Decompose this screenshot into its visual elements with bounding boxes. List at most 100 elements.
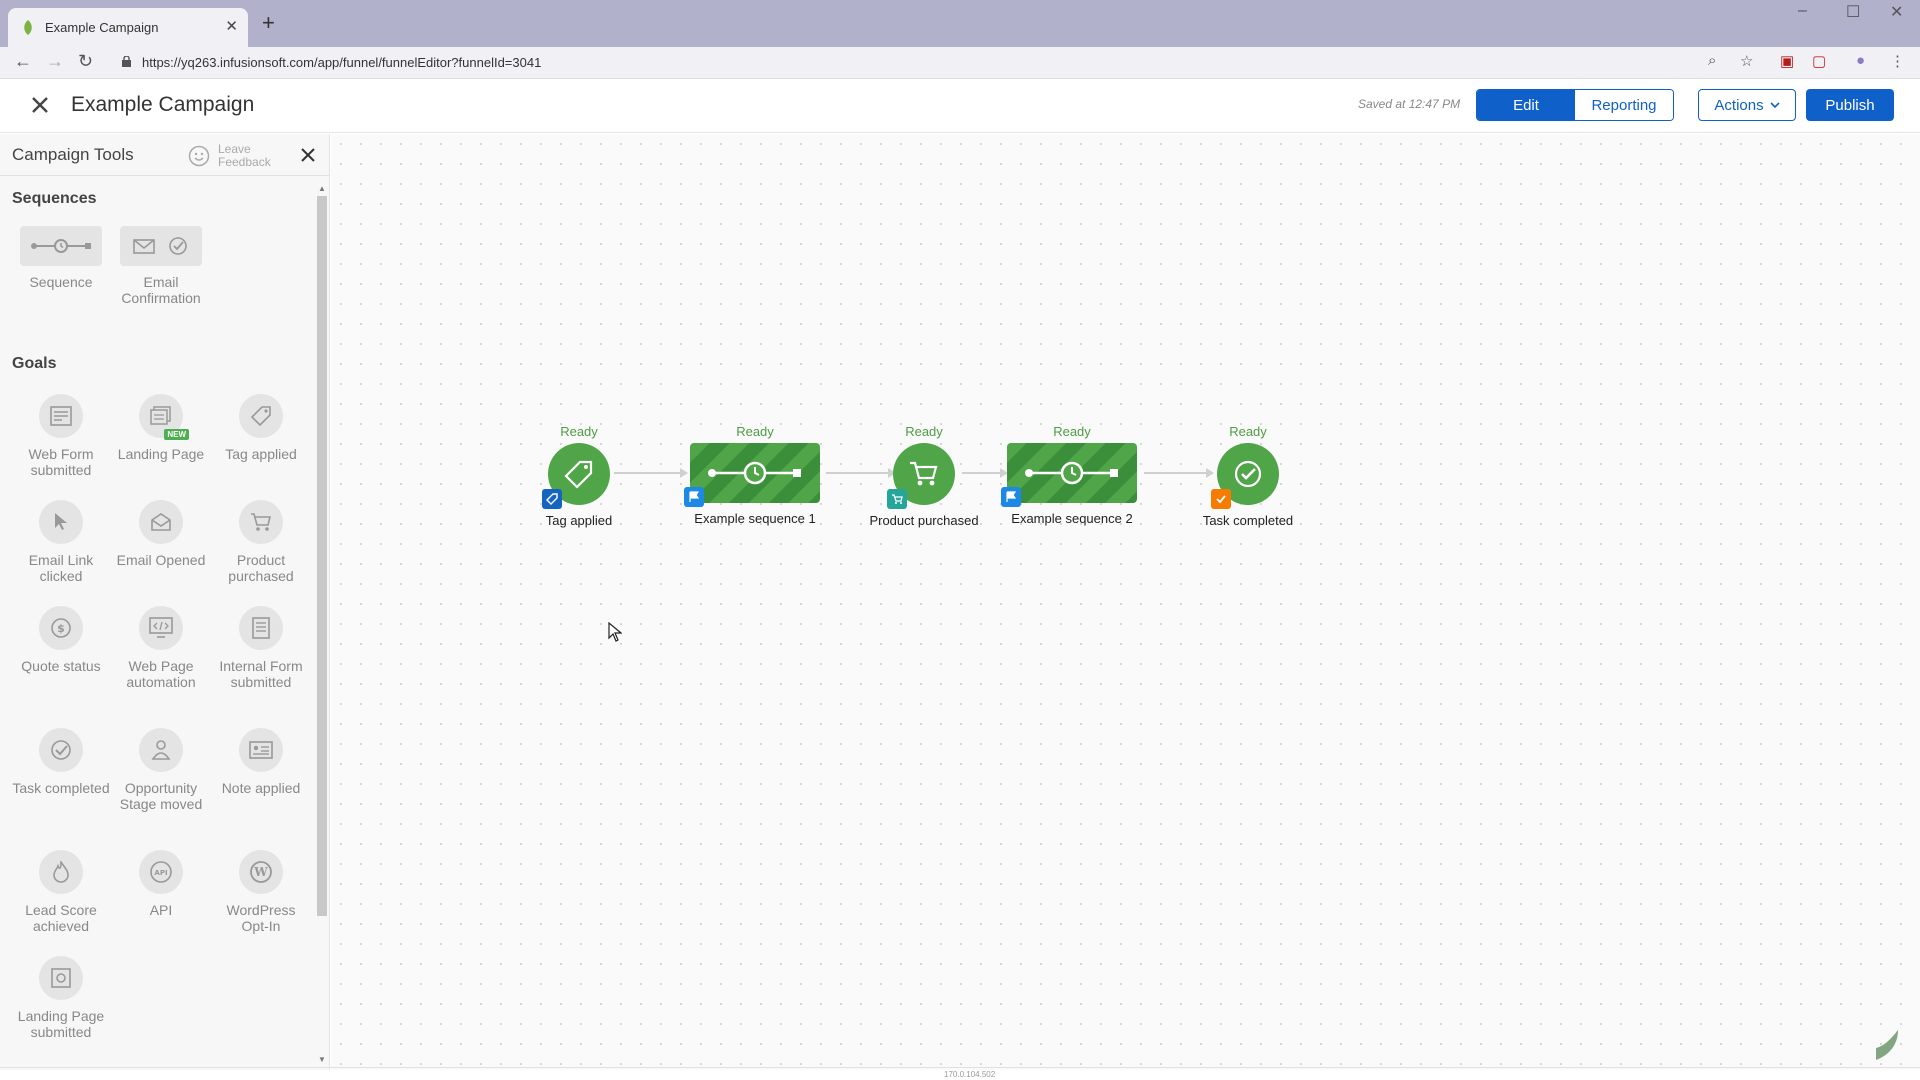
maximize-icon[interactable]: ☐ [1846, 2, 1860, 22]
tool-label: Lead Score achieved [25, 902, 97, 934]
tag-icon [239, 394, 283, 438]
actions-button[interactable]: Actions [1698, 89, 1796, 121]
profile-icon[interactable]: ● [1856, 52, 1865, 69]
close-campaign-icon[interactable] [29, 94, 51, 116]
tool-wordpress-opt-in[interactable]: W WordPress Opt-In [211, 850, 311, 934]
timer-sequence-icon [708, 461, 801, 485]
publish-button[interactable]: Publish [1806, 89, 1894, 121]
tool-label: Landing Page submitted [17, 1008, 105, 1040]
node-status: Ready [560, 424, 598, 439]
node-product-purchased[interactable]: Ready Product purchased [864, 424, 984, 528]
node-status: Ready [1053, 424, 1091, 439]
tool-label: Note applied [221, 780, 301, 796]
tool-label: Email Opened [116, 552, 206, 568]
tool-label: Product purchased [228, 552, 294, 584]
svg-text:W: W [253, 865, 268, 879]
tool-landing-page[interactable]: NEW Landing Page [111, 394, 211, 462]
tool-label: Web Page automation [126, 658, 196, 690]
url-field[interactable]: https://yq263.infusionsoft.com/app/funne… [108, 51, 1768, 75]
tool-label: Web Form submitted [28, 446, 94, 478]
back-icon[interactable]: ← [14, 51, 32, 72]
smiley-icon [188, 145, 210, 167]
campaign-tools-panel: Campaign Tools Leave Feedback Sequences … [0, 134, 330, 1070]
campaign-title[interactable]: Example Campaign [71, 93, 254, 117]
tool-web-page-automation[interactable]: Web Page automation [111, 606, 211, 690]
note-icon [239, 728, 283, 772]
panel-scrollbar[interactable]: ▲ ▼ [316, 184, 328, 1064]
mouse-cursor-icon [608, 622, 622, 642]
tool-web-form-submitted[interactable]: Web Form submitted [11, 394, 111, 478]
tool-lead-score-achieved[interactable]: Lead Score achieved [11, 850, 111, 934]
build-id: 170.0.104.502 [944, 1070, 996, 1079]
node-task-completed[interactable]: Ready Task completed [1188, 424, 1308, 528]
tool-email-opened[interactable]: Email Opened [111, 500, 211, 568]
tool-landing-page-submitted[interactable]: Landing Page submitted [11, 956, 111, 1040]
node-example-sequence-2[interactable]: Ready Example sequence 2 [1001, 424, 1137, 526]
scroll-up-icon[interactable]: ▲ [318, 184, 326, 193]
svg-text:API: API [154, 869, 167, 877]
browser-tab-bar: Example Campaign ✕ + – ☐ ✕ [0, 0, 1920, 47]
sequences-heading: Sequences [12, 190, 97, 207]
tool-tag-applied[interactable]: Tag applied [211, 394, 311, 462]
node-label: Example sequence 1 [694, 511, 816, 526]
api-icon: API [139, 850, 183, 894]
campaign-header: Example Campaign Saved at 12:47 PM Edit … [0, 79, 1920, 133]
node-tag-applied[interactable]: Ready Tag applied [529, 424, 629, 528]
browser-tab[interactable]: Example Campaign ✕ [8, 8, 248, 47]
window-close-icon[interactable]: ✕ [1890, 2, 1903, 22]
node-status: Ready [905, 424, 943, 439]
pdf-extension-icon[interactable]: ▣ [1780, 52, 1794, 70]
tool-note-applied[interactable]: Note applied [211, 728, 311, 796]
tool-email-link-clicked[interactable]: Email Link clicked [11, 500, 111, 584]
flag-badge-icon [1001, 487, 1021, 507]
tool-internal-form-submitted[interactable]: Internal Form submitted [211, 606, 311, 690]
node-label: Tag applied [545, 513, 613, 528]
tool-quote-status[interactable]: $ Quote status [11, 606, 111, 674]
tool-email-confirmation[interactable]: Email Confirmation [111, 226, 211, 306]
feedback-label: Leave Feedback [218, 142, 271, 169]
bookmark-star-icon[interactable]: ☆ [1740, 52, 1753, 70]
reload-icon[interactable]: ↻ [78, 51, 93, 72]
goals-heading: Goals [12, 355, 57, 372]
web-form-icon [39, 394, 83, 438]
tool-label: Sequence [29, 274, 93, 290]
menu-kebab-icon[interactable]: ⋮ [1890, 52, 1905, 70]
campaign-canvas[interactable] [331, 134, 1920, 1070]
landing-page-icon: NEW [139, 394, 189, 440]
tool-label: Internal Form submitted [219, 658, 303, 690]
email-check-icon [120, 226, 202, 266]
task-badge-icon [1211, 489, 1231, 509]
node-label: Example sequence 2 [1011, 511, 1133, 526]
wordpress-icon: W [239, 850, 283, 894]
tool-product-purchased[interactable]: Product purchased [211, 500, 311, 584]
saved-status: Saved at 12:47 PM [1358, 97, 1461, 111]
tool-label: API [149, 902, 173, 918]
tool-task-completed[interactable]: Task completed [11, 728, 111, 796]
tool-api[interactable]: API API [111, 850, 211, 918]
panel-title: Campaign Tools [12, 145, 134, 164]
zoom-icon[interactable]: ⌕ [1708, 52, 1716, 69]
cart-icon [910, 461, 938, 486]
lock-icon [122, 56, 131, 67]
node-status: Ready [1229, 424, 1267, 439]
code-monitor-icon [139, 606, 183, 650]
flag-badge-icon [684, 487, 704, 507]
leave-feedback-button[interactable]: Leave Feedback [188, 141, 280, 171]
scroll-down-icon[interactable]: ▼ [318, 1055, 326, 1064]
reporting-tab[interactable]: Reporting [1575, 90, 1673, 120]
minimize-icon[interactable]: – [1798, 2, 1807, 20]
tool-opportunity-stage-moved[interactable]: Opportunity Stage moved [111, 728, 211, 812]
scroll-thumb[interactable] [317, 196, 327, 916]
tool-label: Email Confirmation [121, 274, 201, 306]
forward-icon[interactable]: → [46, 51, 64, 72]
close-panel-icon[interactable] [300, 147, 316, 163]
canvas-bottom-border [0, 1067, 1920, 1068]
edit-tab[interactable]: Edit [1477, 90, 1575, 120]
extension-icon[interactable]: ▢ [1812, 52, 1826, 70]
node-example-sequence-1[interactable]: Ready Example sequence 1 [684, 424, 820, 526]
new-tab-icon[interactable]: + [262, 10, 275, 36]
tab-close-icon[interactable]: ✕ [225, 17, 238, 35]
sequence-box [684, 443, 820, 507]
tool-sequence[interactable]: Sequence [11, 226, 111, 290]
new-badge: NEW [164, 429, 189, 440]
